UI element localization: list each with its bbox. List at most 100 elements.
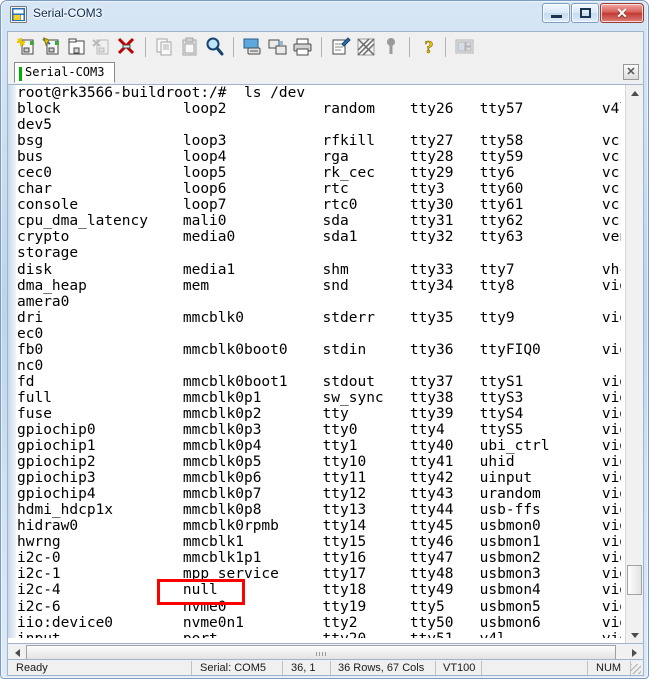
resize-grip[interactable] — [631, 664, 641, 674]
status-divider — [481, 661, 482, 675]
terminal-frame: root@rk3566-buildroot:/# ls /dev block lo… — [7, 84, 644, 644]
chevron-down-icon — [630, 632, 639, 638]
terminal-line: cec0 loop5 rk_cec tty29 tty6 vcsa — [17, 165, 621, 182]
connect-in-tab-icon[interactable] — [66, 36, 88, 58]
terminal-line: i2c-0 mmcblk1p1 tty16 tty47 usbmon2 vide… — [17, 550, 621, 567]
terminal-line: gpiochip1 mmcblk0p4 tty1 tty40 ubi_ctrl … — [17, 438, 621, 455]
terminal-output[interactable]: root@rk3566-buildroot:/# ls /dev block lo… — [17, 85, 621, 638]
terminal-line: gpiochip0 mmcblk0p3 tty0 tty4 ttyS5 vide… — [17, 421, 621, 438]
window-title: Serial-COM3 — [33, 6, 103, 20]
tab-serial-com3[interactable]: Serial-COM3 — [14, 62, 116, 83]
terminal-line: disk media1 shm tty33 tty7 vhci — [17, 261, 621, 278]
toolbar: ? — [7, 31, 644, 61]
tab-close-icon: ✕ — [626, 66, 636, 78]
terminal-line: bsg loop3 rfkill tty27 tty58 vcs — [17, 133, 621, 150]
chevron-up-icon — [630, 90, 639, 96]
status-divider — [587, 661, 588, 675]
help-icon[interactable]: ? — [418, 36, 440, 58]
close-icon: ✕ — [616, 5, 628, 21]
app-icon — [10, 6, 27, 23]
status-divider — [282, 661, 283, 675]
terminal-line: i2c-1 mpp_service tty17 tty48 usbmon3 vi… — [17, 566, 621, 583]
terminal-line: hwrng mmcblk1 tty15 tty46 usbmon1 video3 — [17, 534, 621, 551]
terminal-left-gutter — [8, 85, 16, 638]
terminal-line: nc0 — [17, 357, 44, 374]
tab-strip: Serial-COM3 ✕ — [7, 61, 644, 84]
status-bar: Ready Serial: COM5 36, 1 36 Rows, 67 Col… — [7, 659, 644, 676]
horizontal-scroll-thumb[interactable] — [26, 645, 616, 660]
scroll-down-button[interactable] — [626, 627, 643, 643]
global-options-icon[interactable] — [355, 36, 377, 58]
log-session-icon[interactable] — [267, 36, 289, 58]
status-divider — [435, 661, 436, 675]
status-serial: Serial: COM5 — [200, 662, 267, 674]
tab-close-button[interactable]: ✕ — [623, 64, 639, 80]
toolbar-separator — [233, 37, 234, 57]
terminal-line: dev5 — [17, 117, 52, 134]
print-screen-icon[interactable] — [242, 36, 264, 58]
copy-icon[interactable] — [154, 36, 176, 58]
terminal-line: iio:device0 nvme0n1 tty2 tty50 usbmon6 v… — [17, 614, 621, 631]
arrange-icon[interactable] — [454, 36, 476, 58]
serial-terminal-window: Serial-COM3 ✕ ? Serial-COM3 ✕ root@rk356… — [0, 0, 649, 679]
key-icon[interactable] — [380, 36, 402, 58]
status-divider — [191, 661, 192, 675]
terminal-line: ec0 — [17, 325, 44, 342]
terminal-line: char loop6 rtc tty3 tty60 vcsa1 — [17, 181, 621, 198]
tab-connected-indicator — [19, 67, 22, 81]
terminal-line: gpiochip2 mmcblk0p5 tty10 tty41 uhid vid… — [17, 454, 621, 471]
titlebar[interactable]: Serial-COM3 ✕ — [1, 1, 649, 29]
status-divider — [630, 661, 631, 675]
terminal-line: i2c-6 nvme0 tty19 tty5 usbmon5 video7 — [17, 598, 621, 615]
terminal-line: full mmcblk0p1 sw_sync tty38 ttyS3 video… — [17, 389, 621, 406]
status-dimensions: 36 Rows, 67 Cols — [338, 662, 425, 674]
terminal-line: storage — [17, 245, 79, 262]
connect-icon[interactable] — [16, 36, 38, 58]
find-icon[interactable] — [204, 36, 226, 58]
terminal-line: gpiochip3 mmcblk0p6 tty11 tty42 uinput v… — [17, 470, 621, 487]
terminal-line: bus loop4 rga tty28 tty59 vcs1 — [17, 149, 621, 166]
scroll-up-button[interactable] — [626, 85, 643, 101]
status-ready: Ready — [16, 662, 48, 674]
session-options-icon[interactable] — [330, 36, 352, 58]
terminal-line: dma_heap mem snd tty34 tty8 video-c — [17, 277, 621, 294]
close-button[interactable]: ✕ — [600, 3, 644, 23]
maximize-button[interactable] — [571, 3, 599, 23]
minimize-icon — [543, 4, 569, 22]
terminal-line: gpiochip4 mmcblk0p7 tty12 tty43 urandom … — [17, 486, 621, 503]
print-icon[interactable] — [292, 36, 314, 58]
scroll-right-button[interactable] — [626, 645, 642, 660]
terminal-line: cpu_dma_latency mali0 sda tty31 tty62 vc… — [17, 213, 621, 230]
scroll-thumb-grip — [316, 652, 326, 656]
terminal-line: hdmi_hdcp1x mmcblk0p8 tty13 tty44 usb-ff… — [17, 502, 621, 519]
status-divider — [330, 661, 331, 675]
toolbar-separator — [321, 37, 322, 57]
maximize-icon — [572, 4, 598, 22]
terminal-line: dri mmcblk0 stderr tty35 tty9 video-c — [17, 309, 621, 326]
disconnect-icon[interactable] — [116, 36, 138, 58]
terminal-line: hidraw0 mmcblk0rpmb tty14 tty45 usbmon0 … — [17, 518, 621, 535]
terminal-line: fb0 mmcblk0boot0 stdin tty36 ttyFIQ0 vid… — [17, 341, 621, 358]
quick-connect-icon[interactable] — [41, 36, 63, 58]
paste-icon[interactable] — [179, 36, 201, 58]
minimize-button[interactable] — [542, 3, 570, 23]
toolbar-separator — [409, 37, 410, 57]
tab-label: Serial-COM3 — [25, 65, 105, 79]
status-emulation: VT100 — [443, 662, 476, 674]
reconnect-icon[interactable] — [91, 36, 113, 58]
terminal-line: root@rk3566-buildroot:/# ls /dev — [17, 85, 306, 101]
status-num: NUM — [596, 662, 622, 674]
terminal-line: fd mmcblk0boot1 stdout tty37 ttyS1 video… — [17, 373, 621, 390]
terminal-line: i2c-4 null tty18 tty49 usbmon4 video6 — [17, 582, 621, 599]
scroll-left-button[interactable] — [9, 645, 25, 660]
toolbar-separator — [145, 37, 146, 57]
terminal-line: amera0 — [17, 293, 70, 310]
terminal-line: block loop2 random tty26 tty57 v4l-sub — [17, 101, 621, 118]
status-cursor: 36, 1 — [291, 662, 316, 674]
terminal-line: console loop7 rtc0 tty30 tty61 vcsu — [17, 197, 621, 214]
chevron-left-icon — [14, 648, 20, 657]
vertical-scroll-thumb[interactable] — [627, 565, 642, 595]
terminal-line: crypto media0 sda1 tty32 tty63 vendor_ — [17, 229, 621, 246]
terminal-vertical-scrollbar[interactable] — [625, 85, 643, 643]
svg-text:?: ? — [425, 37, 434, 57]
